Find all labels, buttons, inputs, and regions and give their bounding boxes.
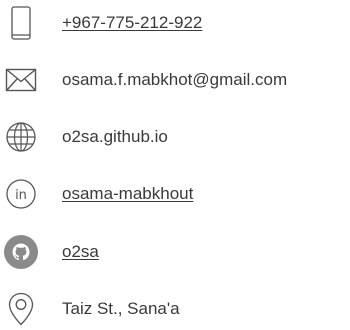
contact-github-row[interactable]: o2sa — [0, 232, 350, 272]
contact-github-link[interactable]: o2sa — [62, 241, 99, 263]
contact-list: +967-775-212-922 osama.f.mabkhot@gmail.c… — [0, 0, 350, 330]
contact-location-text: Taiz St., Sana'a — [62, 299, 180, 318]
contact-website-row[interactable]: o2sa.github.io — [0, 117, 350, 157]
contact-email-text: osama.f.mabkhot@gmail.com — [62, 70, 288, 89]
contact-website-text: o2sa.github.io — [62, 127, 168, 146]
contact-linkedin-row[interactable]: in osama-mabkhout — [0, 174, 350, 214]
contact-email-row[interactable]: osama.f.mabkhot@gmail.com — [0, 60, 350, 100]
github-icon — [2, 233, 40, 271]
contact-location-row: Taiz St., Sana'a — [0, 289, 350, 329]
globe-icon — [2, 118, 40, 156]
linkedin-icon-glyph: in — [15, 188, 27, 203]
linkedin-icon: in — [2, 175, 40, 213]
location-pin-icon — [2, 290, 40, 328]
envelope-icon — [2, 61, 40, 99]
contact-linkedin-link[interactable]: osama-mabkhout — [62, 183, 193, 205]
contact-phone-link[interactable]: +967-775-212-922 — [62, 12, 202, 34]
phone-icon — [2, 4, 40, 42]
contact-phone-row[interactable]: +967-775-212-922 — [0, 3, 350, 43]
